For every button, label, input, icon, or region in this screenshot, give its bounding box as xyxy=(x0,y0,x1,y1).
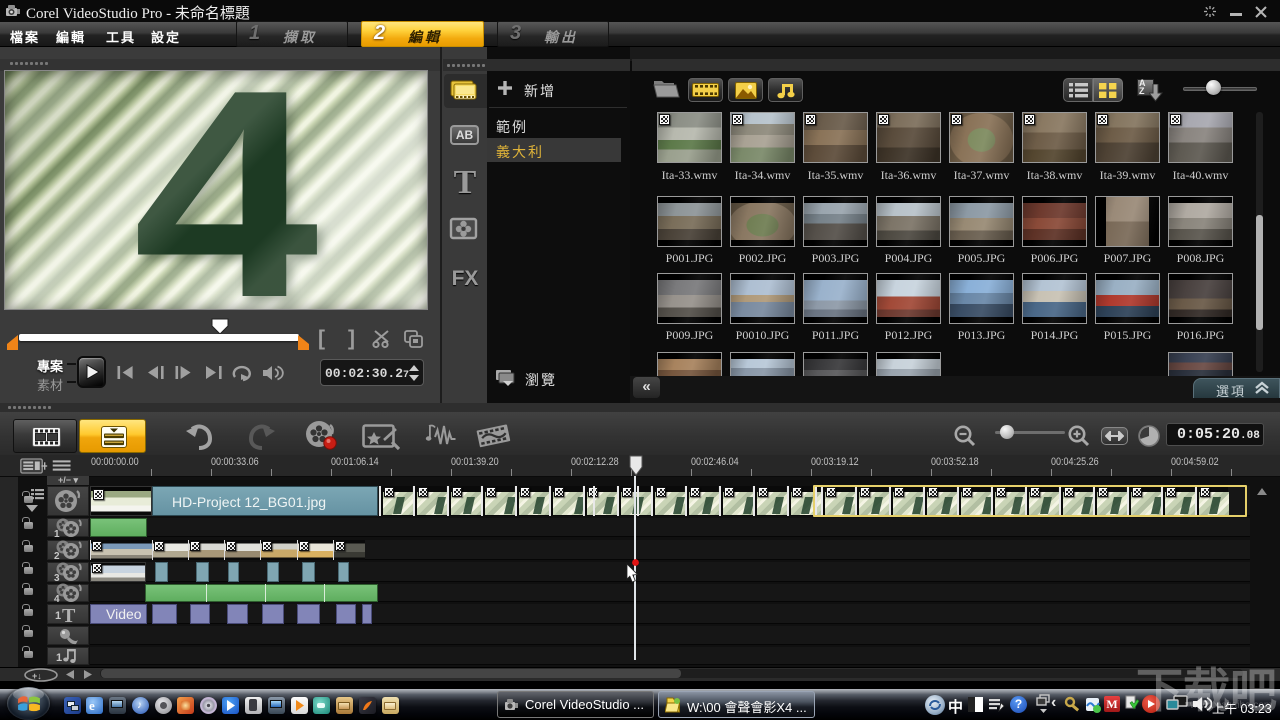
svg-text:1: 1 xyxy=(54,529,60,539)
svg-text:1: 1 xyxy=(56,652,62,664)
svg-text:4: 4 xyxy=(54,594,60,604)
svg-text:2: 2 xyxy=(54,551,60,561)
svg-text:+↓: +↓ xyxy=(32,671,42,681)
svg-text:T: T xyxy=(62,605,76,624)
svg-text:1: 1 xyxy=(55,610,61,622)
